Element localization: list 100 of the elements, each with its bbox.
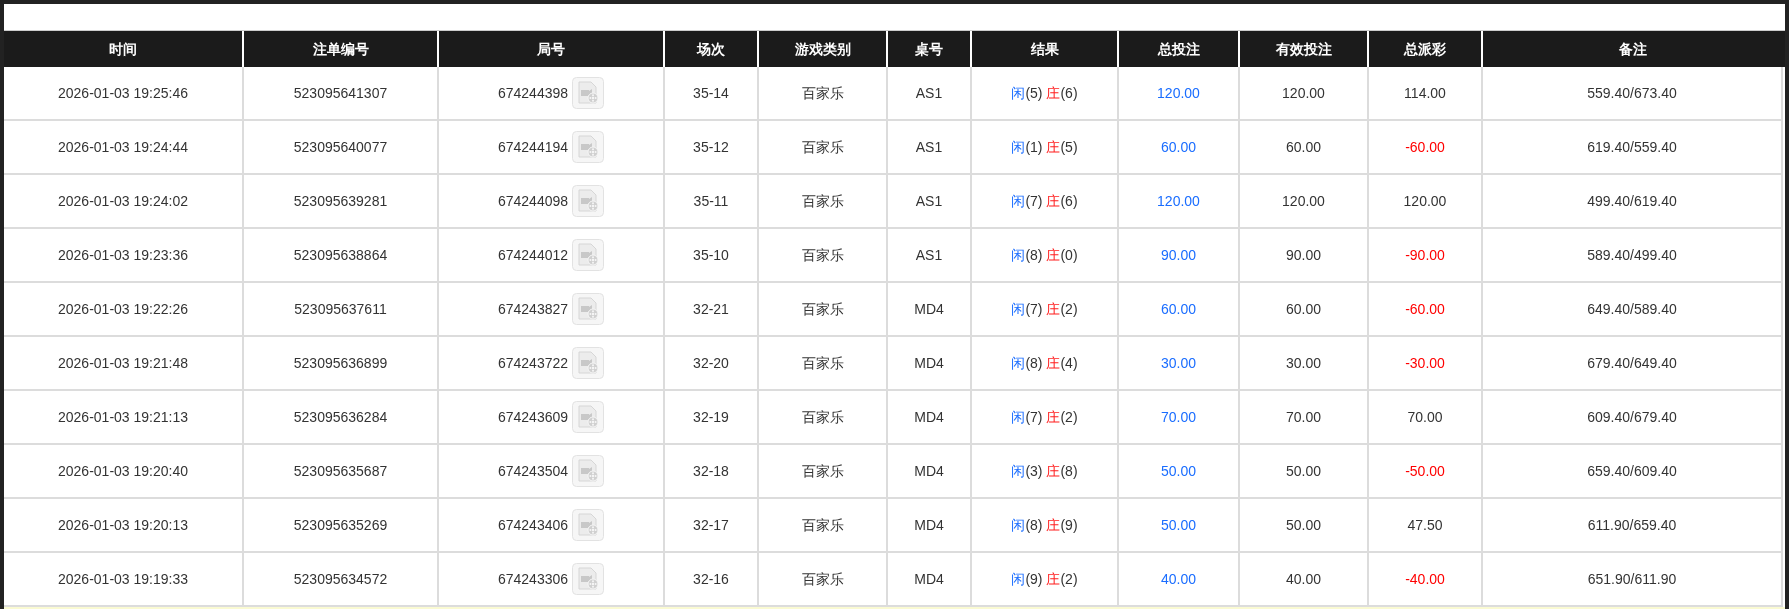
table-cell-text: 609.40/679.40: [1587, 407, 1677, 427]
table-cell-text: 32-17: [693, 515, 729, 535]
table-cell-text: 120.00: [1282, 191, 1325, 211]
column-header: 有效投注: [1275, 39, 1332, 59]
table-cell-text: 32-16: [693, 569, 729, 589]
table-cell-text: 2026-01-03 19:20:13: [58, 515, 188, 535]
table-cell-text: 50.00: [1160, 461, 1196, 481]
table-cell-text: 2026-01-03 19:22:26: [58, 299, 188, 319]
table-cell-text: 百家乐: [801, 299, 844, 319]
table-cell-text: 47.50: [1407, 515, 1443, 535]
table-cell-text: 120.00: [1157, 83, 1200, 103]
video-file-icon[interactable]: [572, 293, 605, 325]
table-cell-text: MD4: [914, 407, 944, 427]
column-header: 结果: [1030, 39, 1059, 59]
table-cell-text: 40.00: [1160, 569, 1196, 589]
table-cell-text: 35-11: [693, 191, 729, 211]
result-text: 闲(3) 庄(8): [1011, 461, 1078, 481]
table-cell-text: -60.00: [1405, 299, 1445, 319]
table-cell-text: 120.00: [1403, 191, 1447, 211]
table-cell-text: AS1: [915, 83, 943, 103]
table-cell-text: 32-19: [693, 407, 729, 427]
table-cell-text: 50.00: [1285, 515, 1321, 535]
result-text: 闲(7) 庄(2): [1011, 407, 1078, 427]
result-text: 闲(8) 庄(0): [1011, 245, 1078, 265]
table-cell-text: 120.00: [1157, 191, 1200, 211]
table-cell-text: 674244012: [497, 245, 569, 265]
table-cell-text: 2026-01-03 19:24:44: [58, 137, 188, 157]
video-file-icon[interactable]: [572, 563, 605, 595]
table-cell-text: 百家乐: [801, 353, 844, 373]
table-cell-text: -90.00: [1405, 245, 1445, 265]
table-cell-text: 2026-01-03 19:24:02: [58, 191, 188, 211]
table-cell-text: 2026-01-03 19:23:36: [58, 245, 188, 265]
column-header: 总派彩: [1404, 39, 1446, 59]
table-cell-text: AS1: [915, 191, 943, 211]
video-file-icon[interactable]: [572, 455, 605, 487]
table-cell-text: 523095634572: [293, 569, 388, 589]
table-cell-text: 651.90/611.90: [1587, 569, 1677, 589]
table-cell-text: MD4: [914, 461, 944, 481]
result-text: 闲(7) 庄(2): [1011, 299, 1078, 319]
table-cell-text: 674244194: [497, 137, 569, 157]
column-header: 时间: [109, 39, 137, 59]
table-cell-text: 30.00: [1160, 353, 1196, 373]
column-header: 场次: [697, 39, 725, 59]
table-cell-text: 百家乐: [801, 137, 844, 157]
column-header: 游戏类别: [794, 39, 851, 59]
video-file-icon[interactable]: [572, 401, 605, 433]
table-cell-text: 674243504: [497, 461, 569, 481]
table-cell-text: 百家乐: [801, 407, 844, 427]
table-cell-text: 百家乐: [801, 515, 844, 535]
table-cell-text: 35-10: [693, 245, 729, 265]
table-cell-text: 百家乐: [801, 191, 844, 211]
table-cell-text: 499.40/619.40: [1587, 191, 1677, 211]
table-cell-text: 611.90/659.40: [1587, 515, 1677, 535]
table-cell-text: 60.00: [1285, 137, 1321, 157]
table-cell-text: MD4: [914, 569, 944, 589]
table-cell-text: -30.00: [1405, 353, 1445, 373]
table-cell-text: 619.40/559.40: [1587, 137, 1677, 157]
table-cell-text: 523095641307: [293, 83, 388, 103]
table-cell-text: 523095635687: [293, 461, 388, 481]
table-cell-text: 523095636899: [293, 353, 388, 373]
table-cell-text: 2026-01-03 19:20:40: [58, 461, 188, 481]
table-cell-text: 百家乐: [801, 83, 844, 103]
table-cell-text: 40.00: [1285, 569, 1321, 589]
table-cell-text: 百家乐: [801, 245, 844, 265]
table-cell-text: 523095636284: [293, 407, 388, 427]
table-cell-text: 674243827: [497, 299, 569, 319]
video-file-icon[interactable]: [572, 185, 605, 217]
table-cell-text: 60.00: [1160, 299, 1196, 319]
result-text: 闲(8) 庄(4): [1011, 353, 1078, 373]
video-file-icon[interactable]: [572, 509, 605, 541]
video-file-icon[interactable]: [572, 77, 605, 109]
table-cell-text: 90.00: [1160, 245, 1196, 265]
video-file-icon[interactable]: [572, 347, 605, 379]
video-file-icon[interactable]: [572, 239, 605, 271]
table-cell-text: -50.00: [1405, 461, 1445, 481]
table-cell-text: 659.40/609.40: [1587, 461, 1677, 481]
table-cell-text: 2026-01-03 19:21:13: [58, 407, 188, 427]
table-cell-text: 70.00: [1407, 407, 1443, 427]
table-cell-text: 60.00: [1160, 137, 1196, 157]
table-cell-text: AS1: [915, 137, 943, 157]
table-cell-text: 2026-01-03 19:21:48: [58, 353, 188, 373]
table-cell-text: 114.00: [1404, 83, 1446, 103]
column-header: 总投注: [1157, 39, 1200, 59]
table-cell-text: 674244398: [497, 83, 569, 103]
table-cell-text: 679.40/649.40: [1587, 353, 1677, 373]
table-cell-text: 120.00: [1282, 83, 1325, 103]
table-cell-text: -40.00: [1405, 569, 1445, 589]
table-cell-text: 50.00: [1160, 515, 1196, 535]
result-text: 闲(5) 庄(6): [1011, 83, 1078, 103]
table-cell-text: 523095637611: [294, 299, 387, 319]
column-header: 桌号: [915, 39, 943, 59]
table-cell-text: 523095635269: [293, 515, 388, 535]
table-cell-text: MD4: [914, 353, 944, 373]
video-file-icon[interactable]: [572, 131, 605, 163]
table-cell-text: 70.00: [1160, 407, 1196, 427]
table-cell-text: 523095638864: [293, 245, 388, 265]
table-cell-text: 649.40/589.40: [1587, 299, 1677, 319]
table-cell-text: 674243406: [497, 515, 569, 535]
table-cell-text: 674243609: [497, 407, 569, 427]
table-cell-text: 674243722: [497, 353, 569, 373]
